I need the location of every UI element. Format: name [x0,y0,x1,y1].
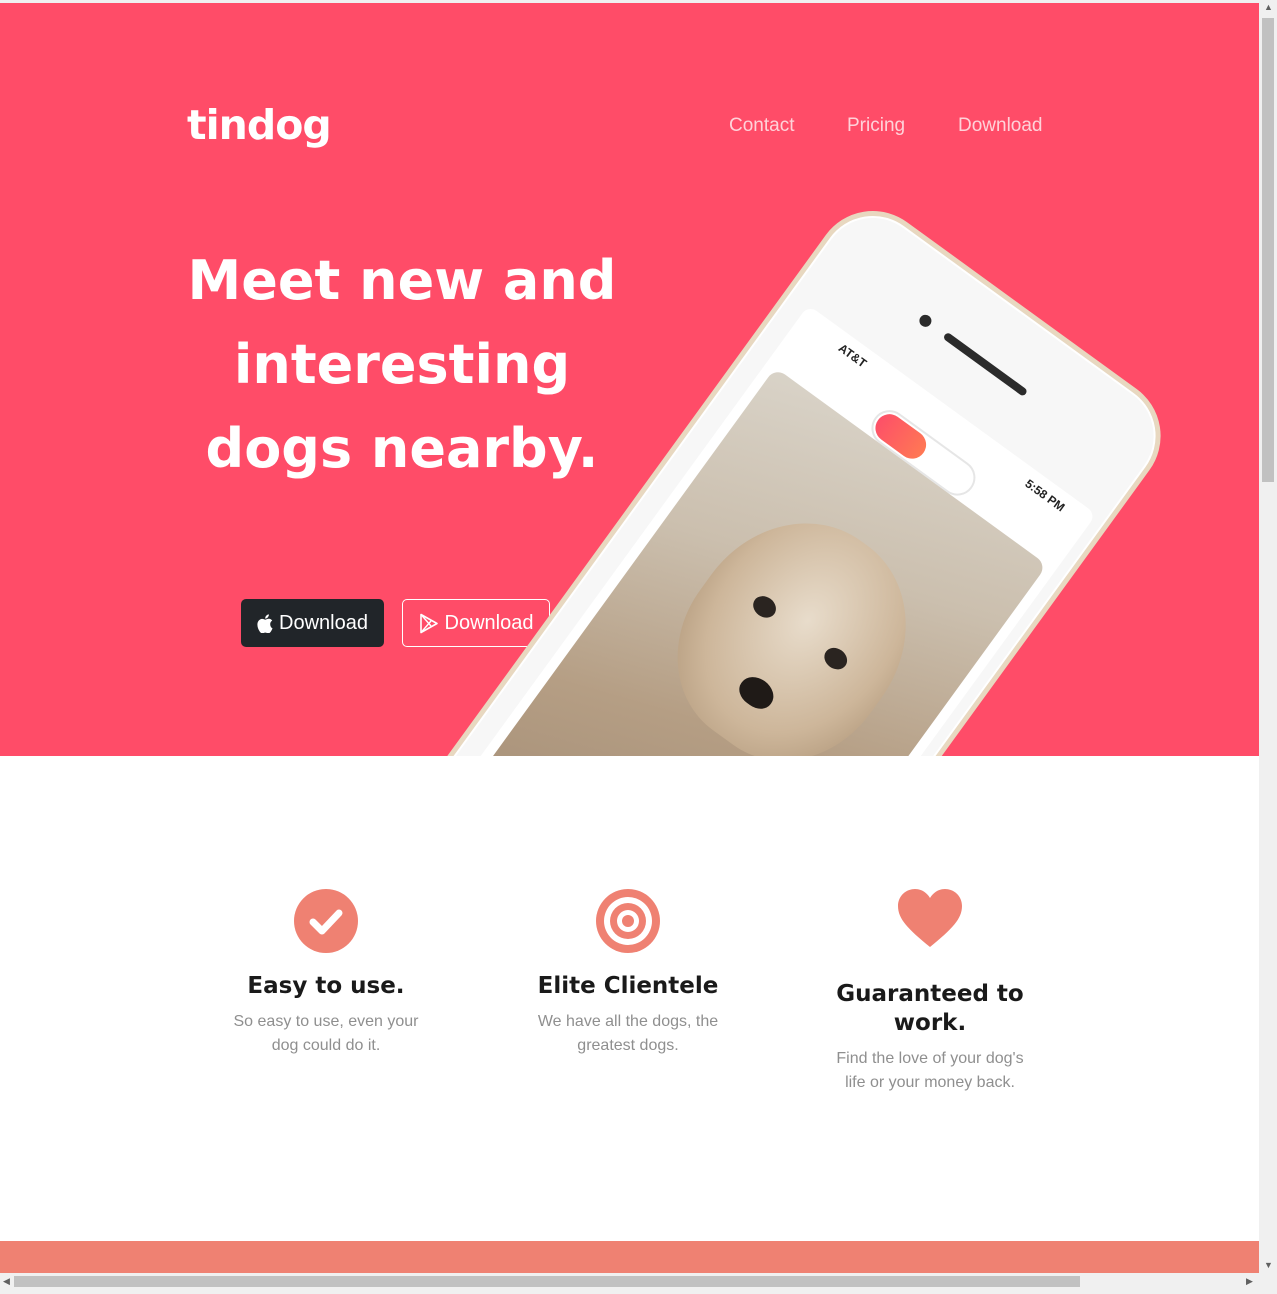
feature-title: Guaranteed to work. [836,981,1024,1036]
scroll-right-arrow-icon[interactable]: ▶ [1246,1276,1253,1287]
phone-time: 5:58 PM [1022,476,1068,515]
dog-head [637,481,949,756]
hero-section: tindog Contact Pricing Download Meet new… [0,3,1259,756]
google-play-download-button[interactable]: Download [402,599,550,647]
feature-text: So easy to use, even your dog could do i… [233,1013,419,1054]
heart-icon [898,889,962,953]
phone-carrier: AT&T [835,340,870,371]
nav-link-contact[interactable]: Contact [729,115,794,137]
dog-eye-right [820,643,852,674]
horizontal-scroll-thumb[interactable] [14,1276,1080,1287]
dog-eye-left [748,591,781,623]
dog-nose [733,670,780,715]
next-section-band [0,1241,1259,1273]
apple-icon [257,613,273,633]
feature-text: We have all the dogs, the greatest dogs. [537,1013,719,1054]
check-circle-icon [294,889,358,953]
phone-speaker [942,331,1029,397]
google-play-icon [419,613,439,634]
scroll-up-arrow-icon[interactable]: ▲ [1264,2,1273,12]
scrollbar-corner [1259,1273,1277,1290]
vertical-scrollbar[interactable]: ▲ ▼ [1259,0,1277,1273]
page-viewport: tindog Contact Pricing Download Meet new… [0,3,1259,1273]
nav-link-download[interactable]: Download [958,115,1043,137]
vertical-scroll-thumb[interactable] [1262,18,1274,482]
apple-download-label: Download [279,611,368,634]
scroll-left-arrow-icon[interactable]: ◀ [3,1276,10,1287]
features-section: Easy to use. So easy to use, even your d… [0,756,1259,1244]
feature-title: Elite Clientele [537,973,719,999]
bullseye-icon [596,889,660,953]
horizontal-scrollbar[interactable]: ◀ ▶ [0,1273,1259,1290]
hero-title: Meet new and interesting dogs nearby. [187,249,617,480]
brand-logo[interactable]: tindog [187,101,332,149]
feature-text: Find the love of your dog's life or your… [836,1050,1024,1091]
apple-download-button[interactable]: Download [241,599,384,647]
scroll-down-arrow-icon[interactable]: ▼ [1264,1260,1273,1270]
nav-link-pricing[interactable]: Pricing [847,115,905,137]
google-play-download-label: Download [444,611,534,634]
phone-camera [917,312,934,330]
feature-title: Easy to use. [247,973,405,999]
